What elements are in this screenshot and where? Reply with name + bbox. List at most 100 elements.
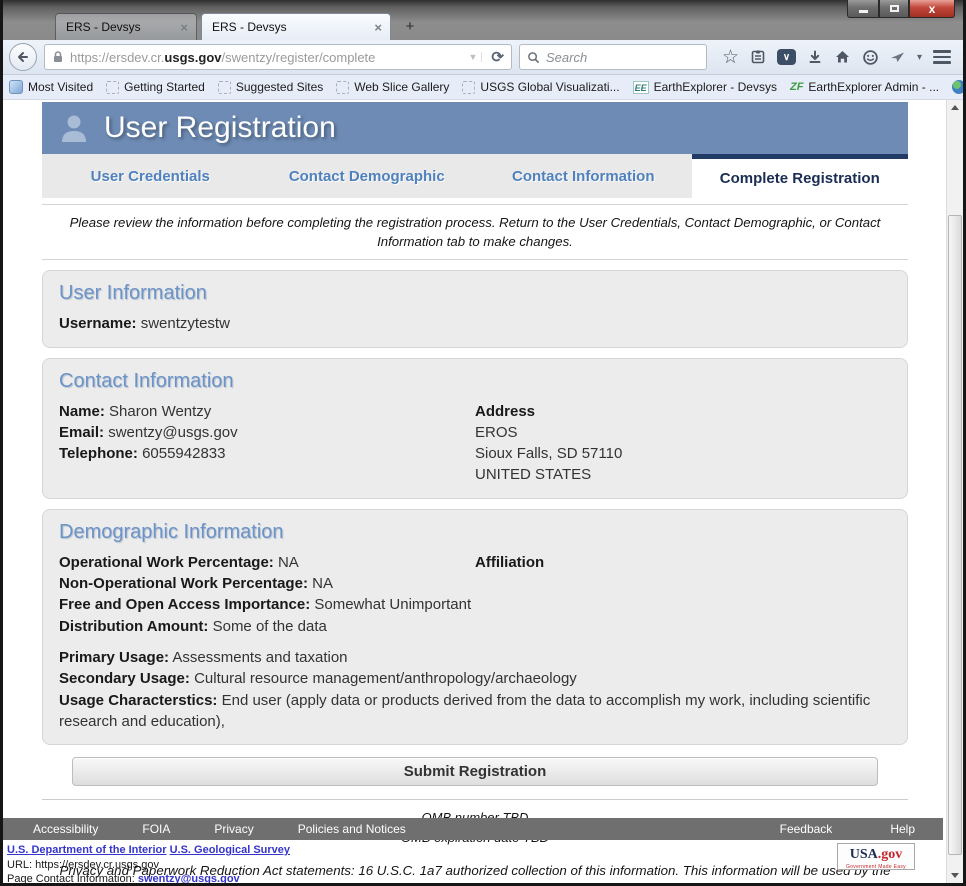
bookmark-glovis-next[interactable]: GloVis Next - Error Occ... — [952, 80, 963, 94]
tab-user-credentials[interactable]: User Credentials — [42, 154, 259, 198]
address-line: Sioux Falls, SD 57110 — [475, 445, 623, 463]
bookmark-star-icon[interactable]: ☆ — [722, 48, 739, 67]
scroll-up-button[interactable] — [947, 100, 963, 115]
bookmark-getting-started[interactable]: Getting Started — [106, 80, 205, 94]
tab-close-icon[interactable]: × — [180, 21, 188, 34]
window-controls: x — [847, 0, 955, 18]
browser-tab-title: ERS - Devsys — [212, 20, 287, 34]
submit-registration-button[interactable]: Submit Registration — [72, 757, 878, 787]
bookmark-web-slice-gallery[interactable]: Web Slice Gallery — [336, 80, 449, 94]
footer-link-help[interactable]: Help — [890, 822, 915, 836]
close-icon: x — [928, 1, 936, 16]
tab-contact-information[interactable]: Contact Information — [475, 154, 692, 198]
url-dropdown-icon[interactable]: ▼ — [465, 52, 483, 62]
demographic-information-heading: Demographic Information — [59, 520, 284, 543]
earthexplorer-icon: EE — [632, 80, 649, 94]
tab-contact-demographic[interactable]: Contact Demographic — [259, 154, 476, 198]
reload-icon[interactable]: ⟳ — [488, 48, 507, 66]
navigation-toolbar: https://ersdev.cr.usgs.gov/swentzy/regis… — [3, 40, 963, 75]
favicon-placeholder-icon — [217, 80, 231, 94]
favicon-placeholder-icon — [336, 80, 350, 94]
telephone-row: Telephone: 6055942833 — [59, 445, 226, 463]
contact-left-column: Name: Sharon Wentzy Email: swentzy@usgs.… — [59, 401, 475, 486]
usagov-suffix: .gov — [877, 847, 903, 862]
footer-link-foia[interactable]: FOIA — [142, 822, 170, 836]
globe-icon — [952, 80, 963, 94]
usagov-main: USA — [849, 847, 878, 862]
back-button[interactable] — [9, 43, 37, 71]
minimize-button[interactable] — [847, 0, 879, 18]
user-information-section: User Information Username: swentzytestw — [42, 270, 908, 348]
secondary-usage-row: Secondary Usage: Cultural resource manag… — [59, 670, 577, 688]
new-tab-button[interactable]: + — [397, 16, 423, 38]
url-text[interactable]: https://ersdev.cr.usgs.gov/swentzy/regis… — [70, 50, 459, 65]
menu-icon[interactable] — [932, 50, 951, 64]
primary-usage-row: Primary Usage: Assessments and taxation — [59, 648, 348, 666]
search-input[interactable]: Search — [519, 44, 707, 70]
download-icon[interactable] — [807, 49, 823, 65]
address-block: Address EROS Sioux Falls, SD 57110 UNITE… — [475, 401, 891, 486]
browser-tab-inactive[interactable]: ERS - Devsys × — [55, 13, 197, 40]
search-icon — [528, 51, 540, 63]
bookmark-earthexplorer-devsys[interactable]: EE EarthExplorer - Devsys — [632, 80, 777, 94]
demographic-information-section: Demographic Information Operational Work… — [42, 508, 908, 746]
footer-link-accessibility[interactable]: Accessibility — [33, 822, 98, 836]
page-contact-link[interactable]: swentzy@usgs.gov — [138, 873, 240, 883]
contact-information-heading: Contact Information — [59, 369, 234, 392]
name-row: Name: Sharon Wentzy — [59, 402, 212, 420]
separator-line — [42, 799, 908, 801]
titlebar[interactable]: ERS - Devsys × ERS - Devsys × + x — [3, 0, 963, 40]
vertical-scrollbar[interactable] — [946, 100, 963, 883]
favicon-placeholder-icon — [106, 80, 120, 94]
lock-icon — [54, 51, 62, 62]
page-title: User Registration — [104, 111, 336, 144]
interior-link[interactable]: U.S. Department of the Interior — [7, 844, 167, 856]
footer-link-policies[interactable]: Policies and Notices — [298, 822, 406, 836]
home-icon[interactable] — [834, 49, 851, 65]
page-viewport: User Registration User Credentials Conta… — [3, 100, 963, 883]
bookmarks-panel-icon[interactable] — [750, 49, 766, 65]
footer-link-privacy[interactable]: Privacy — [214, 822, 253, 836]
user-information-heading: User Information — [59, 282, 207, 305]
affiliation-label: Affiliation — [475, 553, 545, 571]
addon-dropdown-icon[interactable]: ▾ — [917, 52, 922, 63]
footer-bar: Accessibility FOIA Privacy Policies and … — [3, 818, 943, 840]
minimize-icon — [858, 10, 868, 13]
url-bar[interactable]: https://ersdev.cr.usgs.gov/swentzy/regis… — [44, 44, 512, 70]
usagov-tagline: Government Made Easy — [846, 864, 906, 871]
footer-link-feedback[interactable]: Feedback — [780, 822, 833, 836]
non-operational-row: Non-Operational Work Percentage: NA — [59, 575, 333, 593]
bookmark-usgs-global-visualization[interactable]: USGS Global Visualizati... — [462, 80, 620, 94]
maximize-button[interactable] — [879, 0, 909, 18]
back-arrow-icon — [18, 52, 28, 62]
bookmark-suggested-sites[interactable]: Suggested Sites — [217, 80, 323, 94]
scrollbar-thumb[interactable] — [948, 215, 962, 855]
agency-links-line: U.S. Department of the Interior U.S. Geo… — [7, 843, 943, 858]
browser-tab-active[interactable]: ERS - Devsys × — [201, 13, 391, 40]
maximize-icon — [889, 5, 899, 12]
url-line: URL: https://ersdev.cr.usgs.gov — [7, 858, 160, 871]
pocket-icon[interactable]: ∨ — [777, 49, 797, 65]
browser-window: ERS - Devsys × ERS - Devsys × + x https:… — [0, 0, 966, 886]
footer-links-left: Accessibility FOIA Privacy Policies and … — [3, 822, 406, 836]
review-notice: Please review the information before com… — [42, 204, 908, 261]
bookmark-earthexplorer-admin[interactable]: ZF EarthExplorer Admin - ... — [790, 80, 939, 94]
affiliation-block: Affiliation — [475, 552, 891, 637]
feedback-smiley-icon[interactable] — [862, 49, 879, 66]
bottom-info: U.S. Department of the Interior U.S. Geo… — [3, 840, 943, 883]
scroll-down-icon — [951, 873, 959, 878]
tab-close-icon[interactable]: × — [374, 21, 382, 34]
scroll-down-button[interactable] — [947, 868, 963, 883]
favicon-placeholder-icon — [462, 80, 476, 94]
usgs-link[interactable]: U.S. Geological Survey — [170, 844, 290, 856]
username-row: Username: swentzytestw — [59, 315, 230, 333]
earthexplorer-admin-icon: ZF — [789, 81, 804, 93]
tab-complete-registration[interactable]: Complete Registration — [691, 154, 908, 198]
bookmark-most-visited[interactable]: Most Visited — [9, 80, 93, 94]
usagov-logo[interactable]: USA.gov Government Made Easy — [837, 843, 915, 870]
addon-icon[interactable] — [890, 49, 906, 65]
bookmarks-bar: Most Visited Getting Started Suggested S… — [3, 75, 963, 100]
close-button[interactable]: x — [909, 0, 955, 18]
user-icon — [62, 115, 86, 142]
usage-block: Primary Usage: Assessments and taxation … — [59, 647, 891, 732]
